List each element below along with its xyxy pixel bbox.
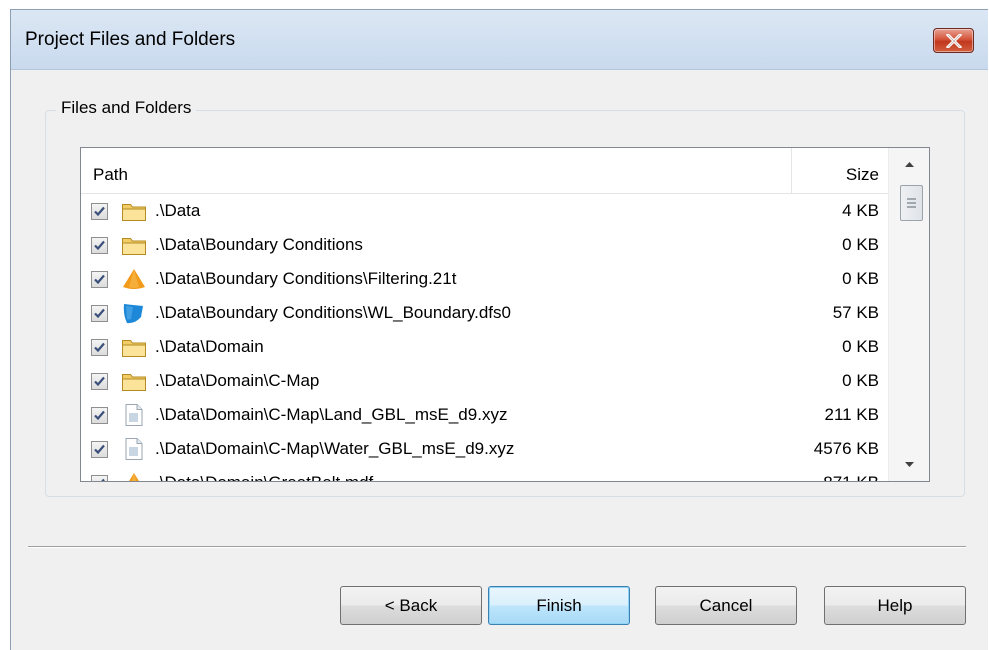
list-item[interactable]: .\Data 4 KB (81, 194, 889, 228)
separator-line (28, 546, 966, 547)
back-button[interactable]: < Back (340, 586, 482, 625)
document-icon (121, 403, 147, 427)
folder-icon (121, 335, 147, 359)
scroll-up-button[interactable] (889, 148, 929, 182)
document-icon (121, 437, 147, 461)
column-header-path[interactable]: Path (93, 165, 128, 185)
cone-file-icon (121, 471, 147, 481)
row-size: 0 KB (842, 337, 879, 356)
row-size: 4 KB (842, 201, 879, 220)
scroll-thumb[interactable] (900, 185, 923, 221)
row-path: .\Data\Boundary Conditions\WL_Boundary.d… (155, 303, 511, 322)
cancel-button[interactable]: Cancel (655, 586, 797, 625)
row-checkbox[interactable] (91, 373, 108, 390)
list-item[interactable]: .\Data\Domain\C-Map\Land_GBL_msE_d9.xyz 2… (81, 398, 889, 432)
list-item[interactable]: .\Data\Domain\C-Map 0 KB (81, 364, 889, 398)
column-header-size[interactable]: Size (846, 165, 879, 185)
row-path: .\Data\Boundary Conditions\Filtering.21t (155, 269, 457, 288)
list-item[interactable]: .\Data\Domain\GreatBelt.mdf 871 KB (81, 466, 889, 481)
row-size: 871 KB (823, 473, 879, 481)
row-size: 4576 KB (813, 439, 879, 458)
list-item[interactable]: .\Data\Domain\C-Map\Water_GBL_msE_d9.xyz… (81, 432, 889, 466)
grip-icon (907, 198, 916, 208)
file-list[interactable]: Path Size .\Data 4 KB .\Data\Boundary Cond… (80, 147, 930, 482)
row-path: .\Data\Domain\C-Map (155, 371, 320, 390)
row-size: 0 KB (842, 269, 879, 288)
help-button[interactable]: Help (824, 586, 966, 625)
folder-icon (121, 233, 147, 257)
arrow-down-icon (905, 462, 914, 467)
row-checkbox[interactable] (91, 271, 108, 288)
list-item[interactable]: .\Data\Boundary Conditions\WL_Boundary.d… (81, 296, 889, 330)
list-item[interactable]: .\Data\Domain 0 KB (81, 330, 889, 364)
arrow-up-icon (905, 162, 914, 167)
row-path: .\Data\Boundary Conditions (155, 235, 363, 254)
list-item[interactable]: .\Data\Boundary Conditions 0 KB (81, 228, 889, 262)
column-divider[interactable] (791, 148, 792, 194)
row-path: .\Data\Domain\C-Map\Land_GBL_msE_d9.xyz (155, 405, 508, 424)
row-size: 57 KB (832, 303, 879, 322)
timeseries-file-icon (121, 301, 147, 325)
row-checkbox[interactable] (91, 441, 108, 458)
row-checkbox[interactable] (91, 237, 108, 254)
folder-icon (121, 369, 147, 393)
row-size: 0 KB (842, 371, 879, 390)
cone-file-icon (121, 267, 147, 291)
vertical-scrollbar[interactable] (888, 148, 929, 481)
row-checkbox[interactable] (91, 407, 108, 424)
row-path: .\Data (155, 201, 201, 220)
row-checkbox[interactable] (91, 203, 108, 220)
row-checkbox[interactable] (91, 339, 108, 356)
title-bar[interactable]: Project Files and Folders (11, 10, 988, 70)
row-path: .\Data\Domain (155, 337, 264, 356)
folder-icon (121, 199, 147, 223)
row-path: .\Data\Domain\GreatBelt.mdf (155, 473, 373, 481)
window-title: Project Files and Folders (25, 29, 236, 50)
row-size: 0 KB (842, 235, 879, 254)
list-header: Path Size (81, 148, 889, 194)
list-item[interactable]: .\Data\Boundary Conditions\Filtering.21t… (81, 262, 889, 296)
row-size: 211 KB (824, 405, 879, 424)
scroll-down-button[interactable] (889, 447, 929, 481)
close-icon (945, 33, 962, 48)
row-path: .\Data\Domain\C-Map\Water_GBL_msE_d9.xyz (155, 439, 515, 458)
row-checkbox[interactable] (91, 305, 108, 322)
finish-button[interactable]: Finish (488, 586, 630, 625)
file-rows: .\Data 4 KB .\Data\Boundary Conditions 0 KB… (81, 194, 889, 481)
close-button[interactable] (933, 28, 974, 53)
group-label: Files and Folders (56, 98, 197, 118)
row-checkbox[interactable] (91, 475, 108, 481)
